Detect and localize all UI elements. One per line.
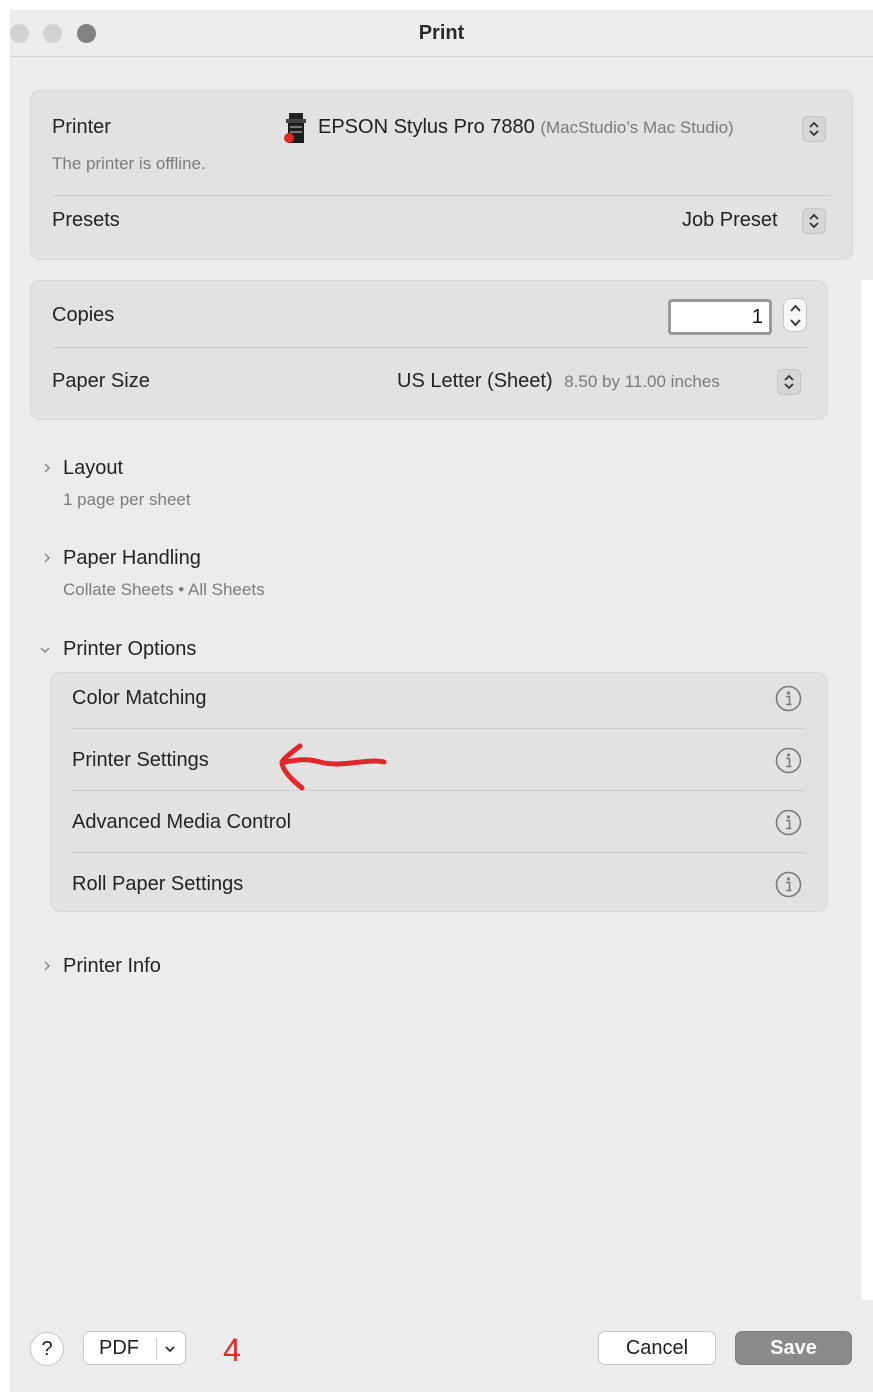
annotation-number: 4 [223,1332,241,1368]
paper-size-value: US Letter (Sheet) [397,370,553,392]
chevron-down-icon[interactable] [39,644,51,656]
printer-status: The printer is offline. [52,154,206,173]
printer-popup-chevrons-icon[interactable] [802,116,826,142]
save-button[interactable]: Save [735,1331,852,1365]
print-dialog: Print Printer The printer is offline. EP… [10,10,873,1392]
copies-input[interactable] [668,299,772,335]
option-color-matching[interactable]: Color Matching [72,687,207,710]
paper-size-label: Paper Size [52,370,150,392]
printer-name: EPSON Stylus Pro 7880 [318,116,535,138]
title-bar: Print [10,10,873,57]
divider [72,852,805,853]
divider [72,790,805,791]
info-icon[interactable] [775,685,802,712]
printer-host: (MacStudio’s Mac Studio) [540,118,734,137]
presets-popup-chevrons-icon[interactable] [802,208,826,234]
presets-label: Presets [52,209,120,231]
option-advanced-media-control[interactable]: Advanced Media Control [72,811,291,834]
cancel-button[interactable]: Cancel [598,1331,716,1365]
scroll-track[interactable] [861,280,873,1300]
printer-icon [284,113,306,143]
divider [52,347,807,348]
printer-info-label[interactable]: Printer Info [63,955,161,978]
printer-label: Printer [52,116,111,138]
pdf-menu-button[interactable]: PDF [83,1331,186,1365]
divider [72,728,805,729]
chevron-right-icon[interactable] [41,960,53,972]
chevron-right-icon[interactable] [41,462,53,474]
layout-summary: 1 page per sheet [63,490,191,509]
presets-select[interactable]: Job Preset [682,209,778,232]
info-icon[interactable] [775,747,802,774]
info-icon[interactable] [775,809,802,836]
paper-size-dimensions: 8.50 by 11.00 inches [564,372,720,391]
paper-handling-summary: Collate Sheets • All Sheets [63,580,265,599]
paper-size-popup-chevrons-icon[interactable] [777,369,801,395]
divider [156,1338,157,1360]
paper-size-select[interactable]: US Letter (Sheet) 8.50 by 11.00 inches [397,370,720,393]
chevron-right-icon[interactable] [41,552,53,564]
printer-select[interactable]: EPSON Stylus Pro 7880 (MacStudio’s Mac S… [318,116,734,139]
info-icon[interactable] [775,871,802,898]
window-title: Print [418,22,465,44]
paper-handling-label[interactable]: Paper Handling [63,547,201,570]
help-button[interactable]: ? [30,1332,64,1366]
red-arrow-annotation-icon [279,743,387,791]
chevron-down-icon[interactable] [163,1342,177,1356]
option-roll-paper-settings[interactable]: Roll Paper Settings [72,873,243,896]
pdf-label: PDF [99,1336,139,1359]
layout-label[interactable]: Layout [63,457,123,480]
option-printer-settings[interactable]: Printer Settings [72,749,209,772]
increment-icon[interactable] [789,302,802,315]
copies-stepper[interactable] [783,298,807,332]
copies-label: Copies [52,304,115,326]
printer-options-label[interactable]: Printer Options [63,638,196,661]
divider [52,195,830,196]
decrement-icon[interactable] [789,316,802,329]
